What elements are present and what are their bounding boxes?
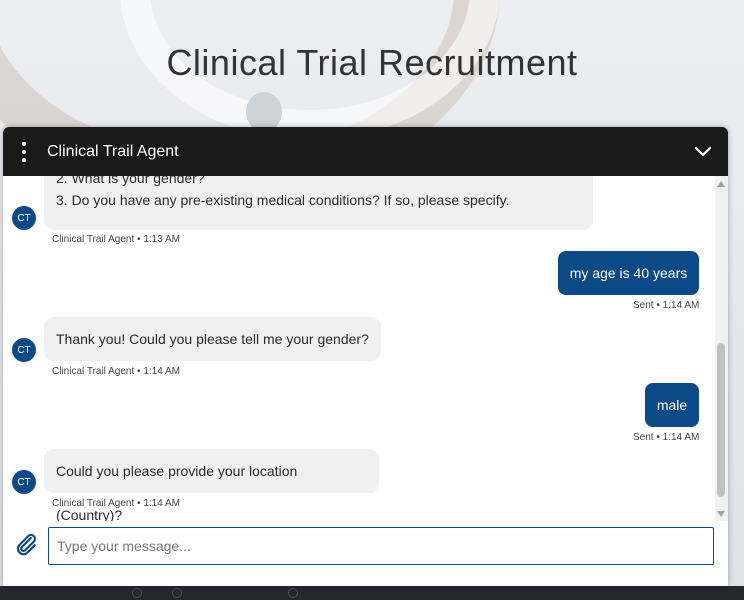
chevron-down-icon[interactable] [692,141,714,163]
chat-widget: Clinical Trail Agent 2. What is your gen… [3,127,728,586]
message-meta: Clinical Trail Agent • 1:13 AM [52,234,181,245]
message-scrollbar[interactable] [715,176,728,521]
message-list[interactable]: 2. What is your gender? 3. Do you have a… [3,176,715,521]
page-title: Clinical Trial Recruitment [166,42,578,83]
message-composer [3,521,728,586]
avatar: CT [12,338,36,362]
agent-message-bubble: Thank you! Could you please tell me your… [44,317,381,361]
agent-message-bubble: 2. What is your gender? 3. Do you have a… [44,176,593,230]
user-message-bubble: male [645,383,699,427]
message-input[interactable] [48,527,714,565]
message-meta: Sent • 1:14 AM [633,432,700,443]
chat-header-title: Clinical Trail Agent [47,142,179,160]
chat-header: Clinical Trail Agent [3,127,728,176]
message-meta: Clinical Trail Agent • 1:14 AM [52,498,181,509]
kebab-menu-icon[interactable] [15,141,35,162]
background-bottom-band [0,586,744,600]
message-meta: Sent • 1:14 AM [633,300,700,311]
message-line: 3. Do you have any pre-existing medical … [56,192,510,208]
message-line: 2. What is your gender? [56,176,205,186]
message-meta: Clinical Trail Agent • 1:14 AM [52,366,181,377]
avatar: CT [12,470,36,494]
agent-message-bubble: Could you please provide your location (… [44,449,379,521]
paperclip-icon[interactable] [13,531,39,557]
avatar: CT [12,206,36,230]
scroll-down-icon[interactable] [717,511,725,517]
user-message-bubble: my age is 40 years [558,251,699,295]
building-column-decoration [246,92,282,132]
scroll-up-icon[interactable] [717,181,725,187]
scrollbar-thumb[interactable] [717,343,725,497]
